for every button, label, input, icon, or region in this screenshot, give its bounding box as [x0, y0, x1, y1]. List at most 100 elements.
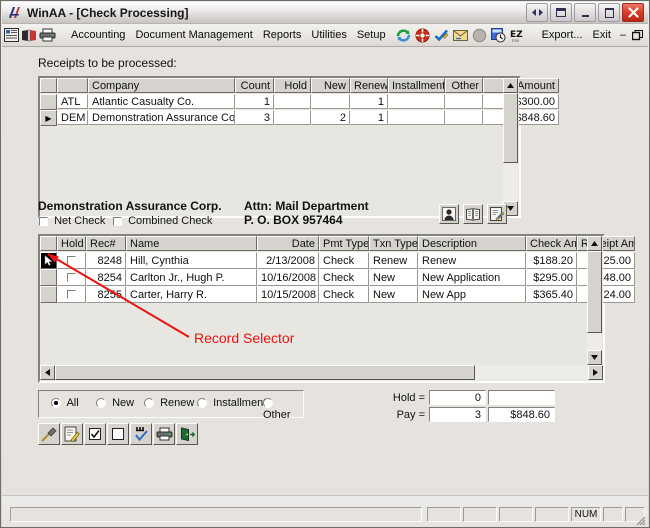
grid-icon[interactable] [4, 26, 19, 45]
pay-amount-field[interactable]: $848.60 [488, 407, 555, 422]
receipts-col-amount[interactable]: Amount [483, 78, 559, 93]
scroll-left-button[interactable] [40, 365, 55, 380]
table-row[interactable]: 8255 Carter, Harry R. 10/15/2008 Check N… [40, 286, 635, 303]
ez-icon[interactable]: EZ mix [510, 28, 527, 43]
checks-cell-hold[interactable] [57, 252, 86, 269]
receipts-cell-company[interactable]: Demonstration Assurance Corp. [88, 110, 235, 125]
scroll-right-button[interactable] [588, 365, 603, 380]
radio-other-icon[interactable] [263, 398, 273, 409]
checks-cell-description[interactable]: Renew [418, 252, 526, 269]
checks-cell-check-amt[interactable]: $365.40 [526, 286, 577, 303]
checks-col-pmt-type[interactable]: Pmt Type [319, 236, 369, 251]
menu-item-setup[interactable]: Setup [352, 27, 391, 43]
scroll-track[interactable] [55, 365, 588, 380]
hold-checkbox-icon[interactable] [67, 290, 76, 299]
scroll-up-button[interactable] [503, 78, 518, 93]
receipts-cell-renew[interactable]: 1 [350, 94, 388, 109]
edit-record-button[interactable] [61, 423, 83, 445]
mdi-minimize-button[interactable]: – [616, 28, 630, 42]
checks-col-rec[interactable]: Rec# [86, 236, 126, 251]
radio-renew[interactable]: Renew [144, 397, 194, 409]
radio-all-icon[interactable] [51, 398, 61, 409]
checks-col-check-amt[interactable]: Check Amt [526, 236, 577, 251]
resize-grip[interactable] [633, 513, 646, 526]
radio-new-icon[interactable] [96, 398, 106, 409]
radio-new[interactable]: New [96, 397, 134, 409]
checks-cell-date[interactable]: 2/13/2008 [257, 252, 319, 269]
radio-installment[interactable]: Installment [197, 397, 266, 409]
contact-person-button[interactable] [439, 204, 459, 224]
checks-cell-name[interactable]: Carlton Jr., Hugh P. [126, 269, 257, 286]
checks-cell-pmt-type[interactable]: Check [319, 252, 369, 269]
receipts-col-code[interactable] [57, 78, 88, 93]
printer-icon[interactable] [39, 26, 56, 45]
receipts-col-company[interactable]: Company [88, 78, 235, 93]
receipts-cell-other[interactable] [445, 110, 483, 125]
record-selector-cell[interactable] [40, 252, 57, 269]
receipts-cell-code[interactable]: ATL [57, 94, 88, 109]
post-button[interactable] [130, 423, 152, 445]
table-row[interactable]: ▶ DEM Demonstration Assurance Corp. 3 2 … [40, 110, 559, 126]
scroll-down-button[interactable] [587, 350, 602, 365]
uncheck-all-button[interactable] [107, 423, 129, 445]
radio-installment-icon[interactable] [197, 398, 207, 409]
receipts-cell-hold[interactable] [274, 110, 311, 125]
receipts-cell-renew[interactable]: 1 [350, 110, 388, 125]
menu-item-reports[interactable]: Reports [258, 27, 307, 43]
checks-horizontal-scrollbar[interactable] [40, 365, 603, 381]
checks-cell-check-amt[interactable]: $295.00 [526, 269, 577, 286]
hold-checkbox-icon[interactable] [67, 273, 76, 282]
record-selector-cell[interactable] [40, 269, 57, 286]
check-broom-icon[interactable] [434, 28, 449, 43]
checks-col-receipt-amt[interactable]: Receipt Amt [577, 236, 635, 251]
receipts-cell-new[interactable] [311, 94, 350, 109]
scroll-track[interactable] [587, 251, 602, 350]
checks-col-txn-type[interactable]: Txn Type [369, 236, 418, 251]
scroll-thumb[interactable] [55, 365, 475, 380]
checks-col-hold[interactable]: Hold [57, 236, 86, 251]
table-row[interactable]: 8254 Carlton Jr., Hugh P. 10/16/2008 Che… [40, 269, 635, 286]
pay-count-field[interactable]: 3 [429, 407, 486, 422]
receipts-col-hold[interactable]: Hold [274, 78, 311, 93]
receipts-cell-installment[interactable] [388, 94, 445, 109]
maximize-button[interactable] [598, 3, 620, 22]
receipts-cell-amount[interactable]: $300.00 [483, 94, 559, 109]
radio-all[interactable]: All [51, 397, 79, 409]
mdi-close-button[interactable]: ✕ [646, 28, 650, 42]
checks-col-selector[interactable] [40, 236, 57, 251]
gray-circle-icon[interactable] [472, 28, 487, 43]
checks-cell-txn-type[interactable]: New [369, 286, 418, 303]
clock-window-icon[interactable] [490, 27, 506, 43]
checks-cell-receipt-amt[interactable]: $448.00 [577, 269, 635, 286]
refresh-green-icon[interactable] [396, 28, 411, 43]
table-row[interactable]: 8248 Hill, Cynthia 2/13/2008 Check Renew… [40, 252, 635, 269]
hold-amount-field[interactable] [488, 390, 555, 405]
checks-cell-name[interactable]: Hill, Cynthia [126, 252, 257, 269]
close-button[interactable] [622, 3, 644, 22]
menu-item-export[interactable]: Export... [537, 27, 588, 43]
receipts-cell-new[interactable]: 2 [311, 110, 350, 125]
checks-cell-txn-type[interactable]: New [369, 269, 418, 286]
checks-cell-pmt-type[interactable]: Check [319, 286, 369, 303]
tools-hammer-button[interactable] [38, 423, 60, 445]
receipts-cell-amount[interactable]: $848.60 [483, 110, 559, 125]
combined-check-box-icon[interactable] [113, 216, 122, 226]
receipts-cell-other[interactable] [445, 94, 483, 109]
combined-check-checkbox[interactable]: Combined Check [113, 215, 212, 227]
menu-item-document-management[interactable]: Document Management [130, 27, 257, 43]
restore-arrows-button[interactable] [526, 3, 548, 22]
receipts-cell-count[interactable]: 3 [235, 110, 274, 125]
scroll-thumb[interactable] [503, 93, 518, 163]
radio-renew-icon[interactable] [144, 398, 154, 409]
receipts-col-renew[interactable]: Renew [350, 78, 388, 93]
checks-cell-txn-type[interactable]: Renew [369, 252, 418, 269]
checks-cell-description[interactable]: New App [418, 286, 526, 303]
mdi-restore-button[interactable] [631, 28, 645, 42]
checks-cell-description[interactable]: New Application [418, 269, 526, 286]
record-selector-cell[interactable] [40, 286, 57, 303]
minimize-button[interactable] [574, 3, 596, 22]
table-row[interactable]: ATL Atlantic Casualty Co. 1 1 $300.00 [40, 94, 559, 110]
checks-cell-hold[interactable] [57, 286, 86, 303]
checks-cell-pmt-type[interactable]: Check [319, 269, 369, 286]
checks-cell-date[interactable]: 10/15/2008 [257, 286, 319, 303]
